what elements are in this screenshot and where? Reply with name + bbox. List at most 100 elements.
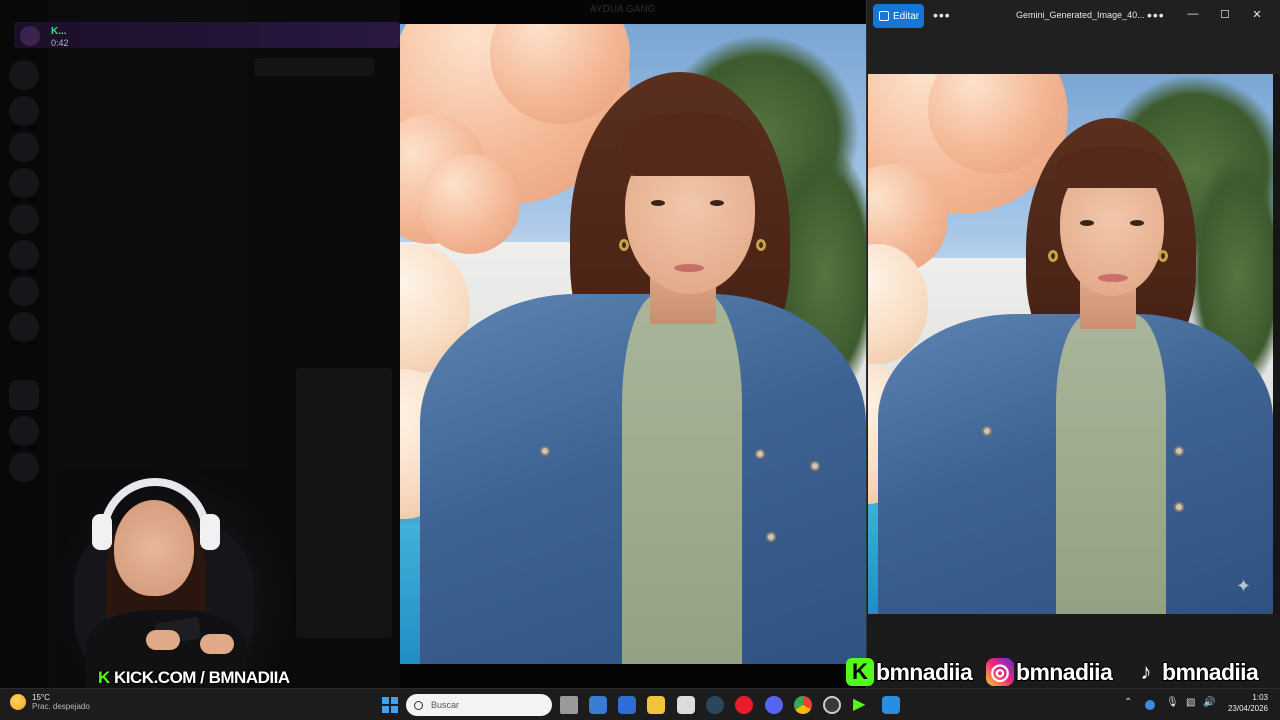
server-list (0, 0, 48, 688)
network-icon[interactable]: ▧ (1186, 697, 1195, 708)
store-icon[interactable] (589, 696, 607, 714)
edit-button-label: Editar (893, 10, 920, 22)
kick-channel-url: KICK.COM / BMNADIIA (114, 668, 290, 687)
generated-photo (868, 74, 1273, 614)
jacket-button (982, 426, 992, 436)
server-icon (9, 452, 39, 482)
dimmed-header (254, 58, 374, 76)
start-button[interactable] (382, 697, 398, 713)
jacket-button (755, 449, 765, 459)
photo-earring (619, 239, 629, 251)
photo-eye (651, 200, 665, 206)
chrome-icon[interactable] (794, 696, 812, 714)
server-icon (9, 380, 39, 410)
photo-eye (1080, 220, 1094, 226)
maximize-button[interactable]: ☐ (1217, 8, 1233, 21)
kick-logo-letter: K (98, 668, 110, 687)
close-button[interactable]: ✕ (1249, 8, 1265, 21)
avatar (20, 26, 40, 46)
dimmed-preview (296, 368, 392, 638)
search-placeholder: Buscar (431, 700, 460, 710)
steam-icon[interactable] (706, 696, 724, 714)
weather-description: Prac. despejado (32, 702, 90, 711)
file-more-options-button[interactable]: ••• (1147, 6, 1165, 24)
weather-temperature: 15°C (32, 693, 50, 702)
webcam-overlay (60, 470, 290, 688)
edit-button[interactable]: Editar (873, 4, 924, 28)
obs-icon[interactable] (823, 696, 841, 714)
background-window-title: AYDUA GANG (590, 4, 656, 15)
photo-lips (674, 264, 704, 272)
opera-icon[interactable] (735, 696, 753, 714)
photo-earring (756, 239, 766, 251)
tiktok-icon: ♪ (1140, 659, 1152, 684)
tray-app-icon[interactable] (1145, 700, 1155, 710)
sparkle-icon: ✦ (1236, 576, 1252, 596)
kick-icon: K (846, 658, 874, 686)
webcam-hand (146, 630, 180, 650)
photo-bangs (1056, 146, 1168, 188)
original-photo (400, 24, 866, 664)
weather-sun-icon (10, 694, 26, 710)
edit-icon (879, 11, 889, 21)
tiktok-handle: ♪ bmnadiia (1132, 656, 1259, 688)
server-icon (9, 276, 39, 306)
weather-widget[interactable]: 15°C Prac. despejado (10, 693, 90, 711)
photo-shirt (622, 294, 742, 664)
editor-icon[interactable] (882, 696, 900, 714)
discord-icon[interactable] (765, 696, 783, 714)
photo-eye (1130, 220, 1144, 226)
notification-time: 0:42 (51, 38, 69, 48)
social-handles-banner: K bmnadiia ◎ bmnadiia ♪ bmnadiia (846, 652, 1280, 692)
tray-expand-icon[interactable]: ⌃ (1124, 697, 1132, 708)
server-icon (9, 168, 39, 198)
screen: AYDUA GANG K... 0:42 Editar ••• Gemini_G… (0, 0, 1280, 720)
discord-notification[interactable]: K... 0:42 (14, 22, 400, 48)
server-icon (9, 204, 39, 234)
photo-earring (1048, 250, 1058, 262)
headphone-cup (92, 514, 112, 550)
server-icon (9, 240, 39, 270)
server-icon (9, 416, 39, 446)
kick-app-icon[interactable]: ▶ (853, 696, 871, 714)
kick-channel-label: K KICK.COM / BMNADIIA (98, 668, 290, 688)
jacket-button (1174, 502, 1184, 512)
instagram-handle-text: bmnadiia (1016, 658, 1113, 685)
scroll-edge (1273, 74, 1280, 614)
photo-shirt (1056, 314, 1166, 614)
tiktok-handle-text: bmnadiia (1162, 658, 1259, 685)
photo-bangs (622, 112, 760, 176)
server-icon (9, 132, 39, 162)
kick-handle: K bmnadiia (846, 656, 973, 688)
photos-title-bar: Editar ••• Gemini_Generated_Image_40... … (867, 0, 1280, 34)
photo-earring (1158, 250, 1168, 262)
folder-icon[interactable] (677, 696, 695, 714)
jacket-button (540, 446, 550, 456)
windows-taskbar: 15°C Prac. despejado Buscar ▶ ⌃ 🎙 ▧ 🔊 1:… (0, 688, 1280, 720)
jacket-button (1174, 446, 1184, 456)
server-icon (9, 312, 39, 342)
photo-lips (1098, 274, 1128, 282)
instagram-handle: ◎ bmnadiia (986, 656, 1113, 688)
clock-time: 1:03 (1252, 693, 1268, 702)
server-icon (9, 96, 39, 126)
webcam-hand (200, 634, 234, 654)
more-options-button[interactable]: ••• (933, 6, 951, 24)
headphones-icon (100, 478, 210, 538)
jacket-button (810, 461, 820, 471)
file-explorer-icon[interactable] (647, 696, 665, 714)
photo-eye (710, 200, 724, 206)
microphone-icon[interactable]: 🎙 (1166, 697, 1179, 708)
jacket-button (766, 532, 776, 542)
volume-icon[interactable]: 🔊 (1203, 697, 1215, 708)
minimize-button[interactable]: — (1185, 8, 1201, 20)
clock-date: 23/04/2026 (1227, 704, 1268, 713)
notification-sender: K... (51, 26, 67, 37)
taskbar-search[interactable]: Buscar (406, 694, 552, 716)
search-icon (414, 700, 423, 710)
file-title: Gemini_Generated_Image_40... (1016, 10, 1145, 20)
taskbar-clock[interactable]: 1:03 23/04/2026 (1226, 693, 1268, 713)
task-view-icon[interactable] (560, 696, 578, 714)
mail-icon[interactable] (618, 696, 636, 714)
instagram-icon: ◎ (986, 658, 1014, 686)
